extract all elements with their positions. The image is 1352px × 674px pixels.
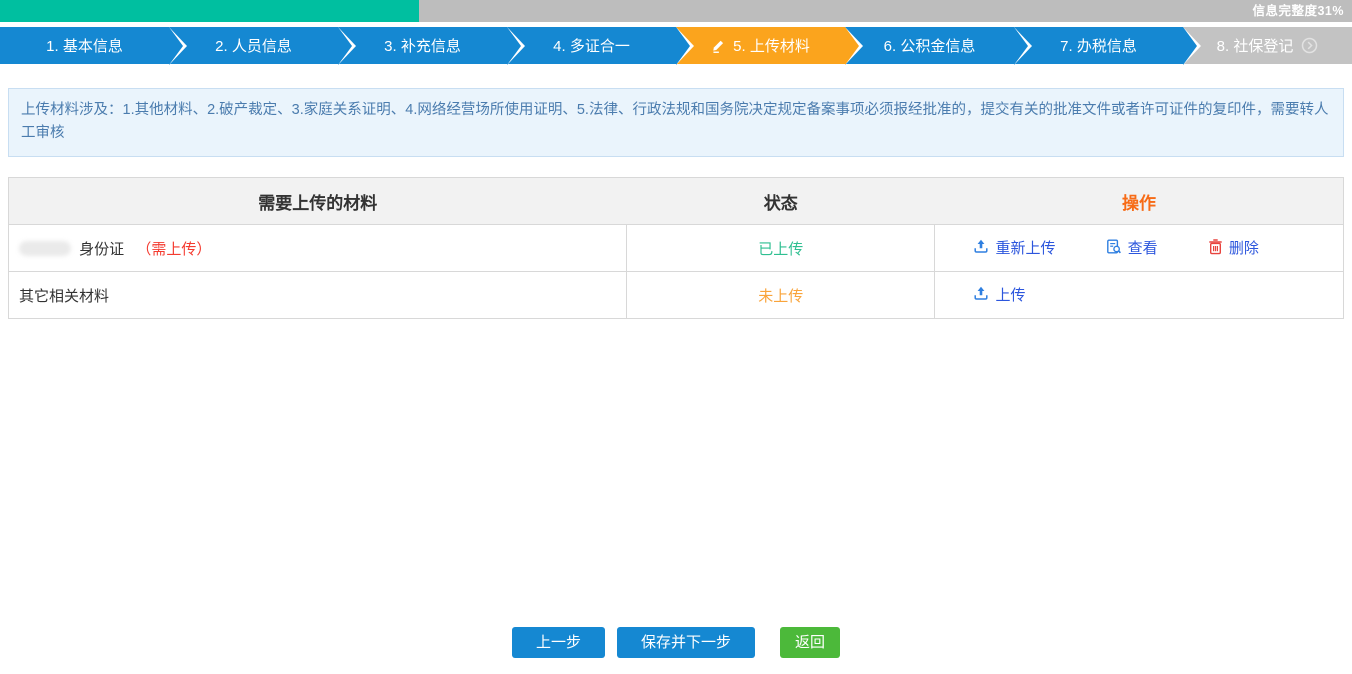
completeness-progress-bar: 信息完整度31%: [0, 0, 1352, 22]
material-cell-id-card: 身份证 （需上传）: [9, 225, 627, 272]
step-tab-label: 8. 社保登记: [1217, 35, 1294, 56]
status-badge: 已上传: [758, 241, 803, 258]
column-header-material: 需要上传的材料: [9, 178, 627, 225]
progress-fill: [0, 0, 419, 22]
footer-button-bar: 上一步 保存并下一步 返回: [0, 627, 1352, 658]
step-tab-label: 7. 办税信息: [1060, 35, 1137, 56]
step-tab-label: 6. 公积金信息: [884, 35, 976, 56]
redacted-name: [19, 241, 71, 256]
back-button[interactable]: 返回: [780, 627, 840, 658]
table-row: 身份证 （需上传） 已上传 重新上传: [9, 225, 1344, 272]
reupload-button[interactable]: 重新上传: [973, 237, 1055, 258]
step-tab-personnel-info[interactable]: 2. 人员信息: [169, 27, 338, 64]
upload-icon: [973, 286, 989, 302]
previous-step-button[interactable]: 上一步: [512, 627, 605, 658]
step-tab-multi-cert[interactable]: 4. 多证合一: [507, 27, 676, 64]
material-cell-other: 其它相关材料: [9, 272, 627, 319]
delete-button[interactable]: 删除: [1208, 237, 1259, 258]
step-tab-basic-info[interactable]: 1. 基本信息: [0, 27, 169, 64]
material-required-tag: （需上传）: [136, 241, 211, 258]
action-label: 上传: [995, 284, 1025, 305]
status-badge: 未上传: [758, 288, 803, 305]
view-icon: [1106, 239, 1122, 255]
status-cell: 未上传: [627, 272, 935, 319]
step-tab-label: 1. 基本信息: [46, 35, 123, 56]
step-tab-provident-fund[interactable]: 6. 公积金信息: [845, 27, 1014, 64]
action-label: 删除: [1229, 237, 1259, 258]
material-name: 身份证: [79, 241, 124, 258]
step-tab-label: 5. 上传材料: [733, 35, 810, 56]
upload-materials-notice: 上传材料涉及：1.其他材料、2.破产裁定、3.家庭关系证明、4.网络经营场所使用…: [8, 88, 1344, 157]
step-tab-label: 3. 补充信息: [384, 35, 461, 56]
action-label: 查看: [1128, 237, 1158, 258]
view-button[interactable]: 查看: [1106, 237, 1158, 258]
chevron-circle-icon: [1301, 37, 1318, 54]
step-tab-tax-info[interactable]: 7. 办税信息: [1014, 27, 1183, 64]
step-tab-social-security[interactable]: 8. 社保登记: [1183, 27, 1352, 64]
step-nav: 1. 基本信息 2. 人员信息 3. 补充信息 4. 多证合一 5. 上传材料 …: [0, 27, 1352, 64]
materials-table: 需要上传的材料 状态 操作 身份证 （需上传） 已上传: [8, 177, 1344, 319]
upload-icon: [973, 239, 989, 255]
save-and-next-button[interactable]: 保存并下一步: [617, 627, 755, 658]
step-tab-supplementary-info[interactable]: 3. 补充信息: [338, 27, 507, 64]
table-header-row: 需要上传的材料 状态 操作: [9, 178, 1344, 225]
upload-button[interactable]: 上传: [973, 284, 1025, 305]
column-header-status: 状态: [627, 178, 935, 225]
pencil-icon: [711, 38, 726, 53]
delete-icon: [1208, 239, 1223, 255]
progress-label: 信息完整度31%: [1252, 0, 1344, 22]
status-cell: 已上传: [627, 225, 935, 272]
actions-cell: 重新上传 查看: [935, 225, 1344, 272]
material-name: 其它相关材料: [19, 288, 109, 305]
table-row: 其它相关材料 未上传 上传: [9, 272, 1344, 319]
step-tab-label: 4. 多证合一: [553, 35, 630, 56]
action-label: 重新上传: [995, 237, 1055, 258]
column-header-actions: 操作: [935, 178, 1344, 225]
actions-cell: 上传: [935, 272, 1344, 319]
step-tab-upload-materials[interactable]: 5. 上传材料: [676, 27, 845, 64]
step-tab-label: 2. 人员信息: [215, 35, 292, 56]
